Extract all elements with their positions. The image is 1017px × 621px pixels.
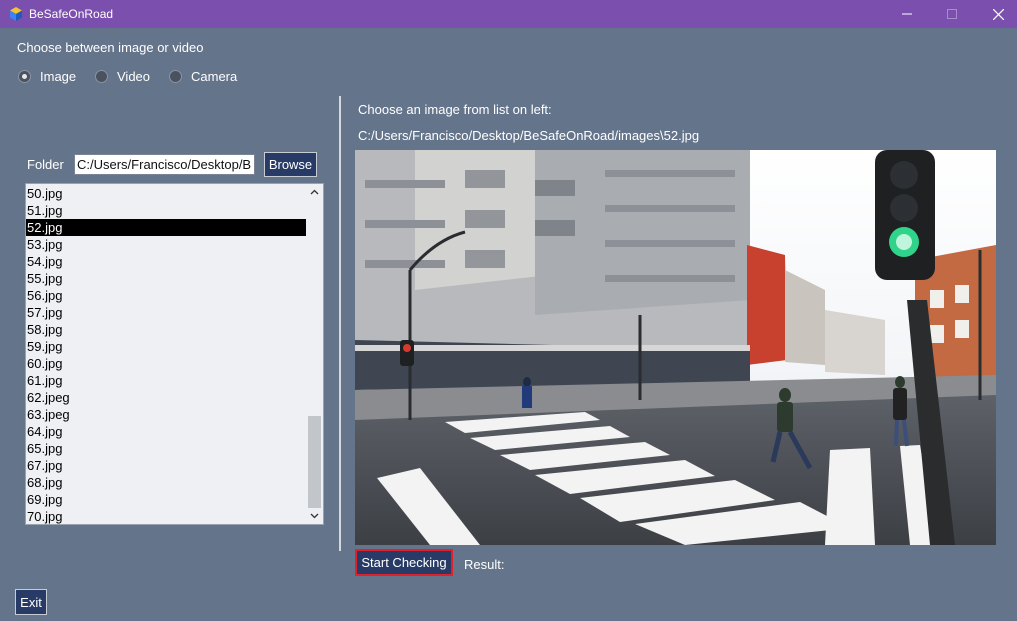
file-list-item[interactable]: 56.jpg	[26, 287, 307, 304]
folder-input[interactable]: C:/Users/Francisco/Desktop/B	[74, 154, 255, 175]
file-list-item[interactable]: 63.jpeg	[26, 406, 307, 423]
radio-camera[interactable]: Camera	[169, 68, 237, 84]
start-checking-button[interactable]: Start Checking	[355, 549, 453, 576]
file-list-item[interactable]: 50.jpg	[26, 185, 307, 202]
file-list-item[interactable]: 57.jpg	[26, 304, 307, 321]
vertical-divider	[339, 96, 341, 551]
result-label: Result:	[464, 557, 505, 572]
radio-image-circle[interactable]	[18, 69, 31, 83]
folder-label: Folder	[27, 157, 64, 172]
file-list-item[interactable]: 54.jpg	[26, 253, 307, 270]
title-bar: BeSafeOnRoad	[0, 0, 1017, 28]
file-listbox[interactable]: 50.jpg 51.jpg 52.jpg 53.jpg 54.jpg 55.jpg 56.j…	[25, 183, 324, 525]
file-list-item[interactable]: 68.jpg	[26, 474, 307, 491]
radio-camera-label: Camera	[191, 68, 238, 84]
file-list-item[interactable]: 67.jpg	[26, 457, 307, 474]
close-button[interactable]	[975, 0, 1017, 28]
minimize-icon	[902, 13, 912, 15]
browse-button[interactable]: Browse	[264, 152, 317, 177]
close-icon	[992, 8, 1004, 20]
file-list-item[interactable]: 65.jpg	[26, 440, 307, 457]
street-crosswalk-image	[355, 150, 996, 545]
image-path-label: C:/Users/Francisco/Desktop/BeSafeOnRoad/…	[358, 128, 700, 143]
file-list-item[interactable]: 70.jpg	[26, 508, 307, 524]
scroll-up-button[interactable]	[306, 184, 323, 200]
app-icon	[10, 7, 22, 21]
file-list-item[interactable]: 69.jpg	[26, 491, 307, 508]
radio-video[interactable]: Video	[95, 68, 150, 84]
file-list-item[interactable]: 59.jpg	[26, 338, 307, 355]
exit-button[interactable]: Exit	[15, 589, 47, 615]
radio-video-label: Video	[117, 68, 151, 84]
list-scrollbar[interactable]	[306, 184, 323, 524]
maximize-icon	[947, 9, 957, 19]
file-list-item[interactable]: 55.jpg	[26, 270, 307, 287]
file-list-item[interactable]: 51.jpg	[26, 202, 307, 219]
source-heading: Choose between image or video	[17, 40, 204, 55]
scroll-down-button[interactable]	[306, 508, 323, 524]
maximize-button[interactable]	[929, 0, 975, 28]
file-list-item[interactable]: 61.jpg	[26, 372, 307, 389]
file-list-item[interactable]: 58.jpg	[26, 321, 307, 338]
file-list-item[interactable]: 52.jpg	[26, 219, 307, 236]
file-list[interactable]: 50.jpg 51.jpg 52.jpg 53.jpg 54.jpg 55.jpg 56.j…	[26, 185, 307, 524]
image-preview	[355, 150, 996, 545]
file-list-item[interactable]: 53.jpg	[26, 236, 307, 253]
radio-image[interactable]: Image	[18, 68, 76, 84]
radio-image-label: Image	[40, 68, 77, 84]
radio-video-circle[interactable]	[95, 69, 108, 83]
choose-image-label: Choose an image from list on left:	[358, 102, 552, 117]
radio-camera-circle[interactable]	[169, 69, 182, 83]
file-list-item[interactable]: 64.jpg	[26, 423, 307, 440]
file-list-item[interactable]: 62.jpeg	[26, 389, 307, 406]
chevron-down-icon	[310, 513, 319, 519]
minimize-button[interactable]	[884, 0, 930, 28]
chevron-up-icon	[310, 189, 319, 195]
scroll-thumb[interactable]	[308, 416, 321, 508]
window-title: BeSafeOnRoad	[29, 7, 114, 21]
file-list-item[interactable]: 60.jpg	[26, 355, 307, 372]
